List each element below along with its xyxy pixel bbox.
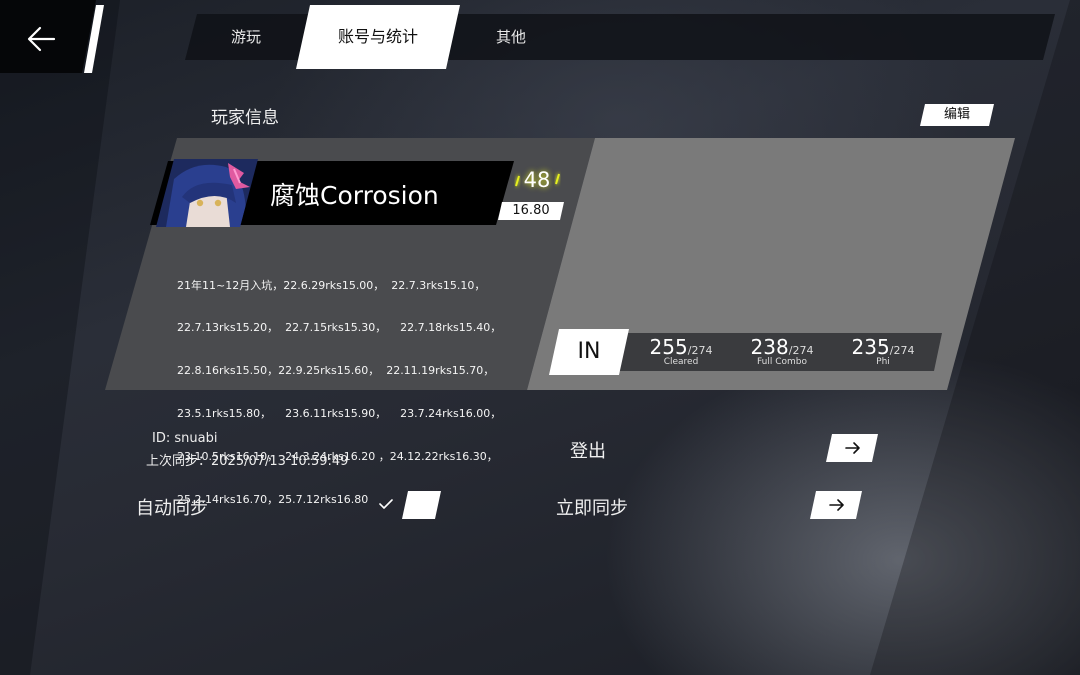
bio-line: 22.7.13rks15.20， 22.7.15rks15.30， 22.7.1… (177, 321, 502, 335)
stat-full-combo: 238/274 Full Combo (732, 335, 832, 367)
sync-now-button[interactable] (810, 491, 862, 519)
auto-sync-label: 自动同步 (136, 498, 208, 519)
logout-label: 登出 (570, 441, 606, 462)
difficulty-selector[interactable]: IN (549, 329, 629, 375)
stat-phi: 235/274 Phi (833, 335, 933, 367)
last-sync-time: 上次同步：2025/07/13 10:59:49 (146, 454, 349, 469)
player-level: 48 (523, 168, 551, 192)
player-bio: 21年11~12月入坑，22.6.29rks15.00， 22.7.3rks15… (177, 250, 507, 522)
stat-label: Cleared (663, 357, 699, 367)
check-icon (379, 499, 393, 509)
logout-button[interactable] (826, 434, 878, 462)
avatar[interactable] (156, 159, 258, 227)
tab-account-stats[interactable]: 账号与统计 (296, 5, 460, 69)
player-name: 腐蚀Corrosion (270, 181, 439, 210)
section-title: 玩家信息 (211, 108, 279, 128)
stat-label: Phi (876, 357, 890, 367)
back-arrow-icon (27, 26, 56, 52)
bio-line: 21年11~12月入坑，22.6.29rks15.00， 22.7.3rks15… (177, 278, 486, 292)
stat-total: /274 (687, 344, 713, 357)
stat-total: /274 (889, 344, 915, 357)
sync-now-label: 立即同步 (556, 498, 628, 519)
avatar-portrait-icon (156, 159, 258, 227)
auto-sync-toggle[interactable] (402, 491, 441, 519)
bio-line: 25.2.14rks16.70，25.7.12rks16.80 (177, 493, 369, 507)
arrow-right-icon (829, 499, 844, 511)
tab-other[interactable]: 其他 (466, 14, 556, 60)
bio-line: 22.8.16rks15.50，22.9.25rks15.60， 22.11.1… (177, 364, 495, 378)
stat-label: Full Combo (756, 357, 808, 367)
arrow-right-icon (845, 442, 860, 454)
stat-value: 255 (649, 335, 688, 359)
rks-value: 16.80 (498, 202, 564, 220)
edit-button[interactable]: 编辑 (920, 104, 994, 126)
stat-value: 235 (851, 335, 890, 359)
bio-line: 23.5.1rks15.80， 23.6.11rks15.90， 23.7.24… (177, 407, 502, 421)
stat-cleared: 255/274 Cleared (631, 335, 731, 367)
stat-total: /274 (788, 344, 814, 357)
stat-value: 238 (750, 335, 789, 359)
tab-play[interactable]: 游玩 (200, 14, 292, 60)
player-id: ID: snuabi (152, 431, 218, 446)
